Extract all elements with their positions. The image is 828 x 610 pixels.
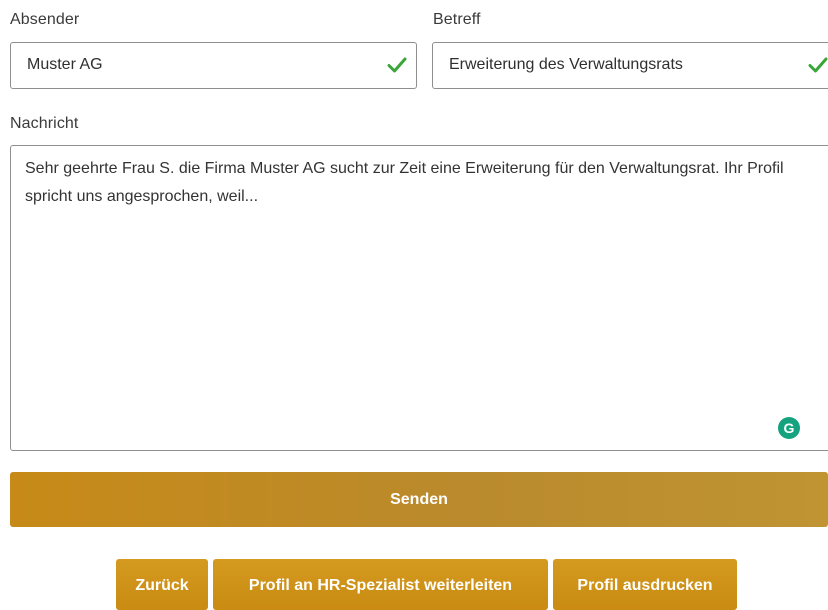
sender-field[interactable]: Muster AG	[10, 42, 417, 89]
checkmark-icon	[387, 57, 407, 73]
sender-value[interactable]: Muster AG	[27, 56, 103, 74]
grammarly-icon[interactable]: G	[778, 417, 800, 439]
subject-value[interactable]: Erweiterung des Verwaltungsrats	[449, 56, 683, 74]
print-profile-button[interactable]: Profil ausdrucken	[553, 559, 737, 610]
message-label: Nachricht	[10, 115, 79, 132]
send-button[interactable]: Senden	[10, 472, 828, 527]
back-button[interactable]: Zurück	[116, 559, 208, 610]
contact-form-page: Absender Muster AG Betreff Erweiterung d…	[0, 0, 828, 610]
subject-field[interactable]: Erweiterung des Verwaltungsrats	[432, 42, 828, 89]
message-textarea[interactable]: Sehr geehrte Frau S. die Firma Muster AG…	[10, 145, 828, 451]
forward-to-hr-button[interactable]: Profil an HR-Spezialist weiterleiten	[213, 559, 548, 610]
sender-label: Absender	[10, 11, 80, 28]
checkmark-icon	[808, 57, 828, 73]
message-text[interactable]: Sehr geehrte Frau S. die Firma Muster AG…	[25, 155, 825, 211]
subject-label: Betreff	[433, 11, 481, 28]
